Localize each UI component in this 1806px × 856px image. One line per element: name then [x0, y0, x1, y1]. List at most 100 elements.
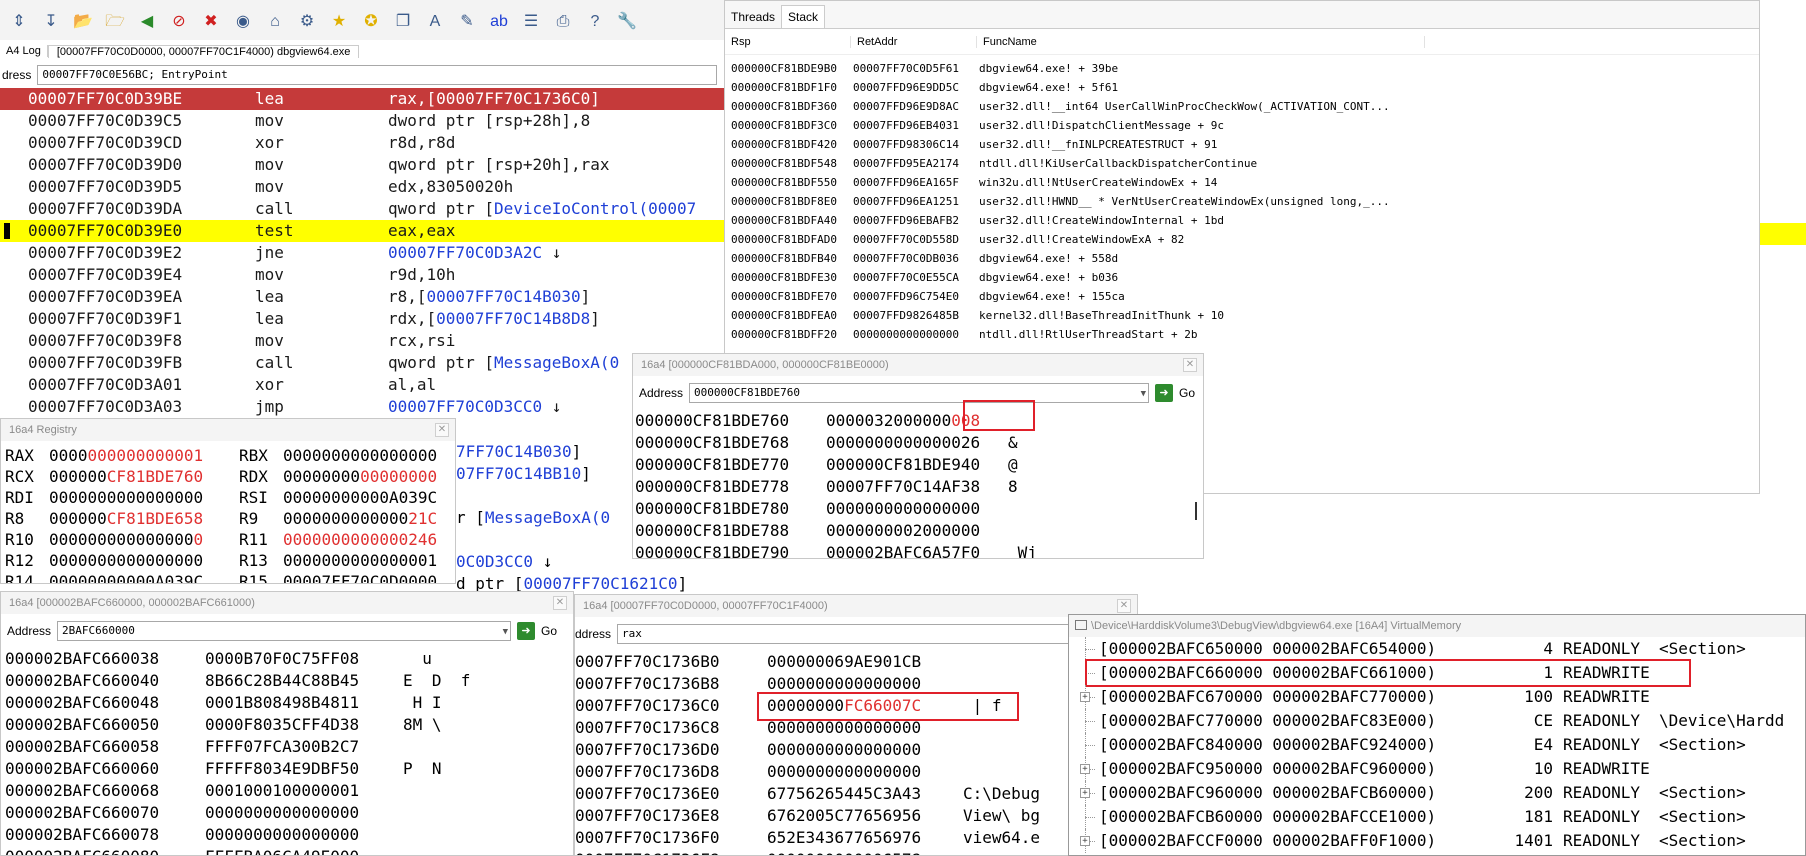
mem3-address-input[interactable]: rax [617, 624, 1118, 644]
memory-row[interactable]: 0007FF70C1736D0 0000000000000000 [575, 739, 1137, 761]
open-folder-icon[interactable]: 🗁 [102, 10, 128, 34]
peek-link[interactable]: 7FF70C14B030 [456, 442, 572, 461]
memory-row[interactable]: 0007FF70C1736E0 67756265445C3A43 C:\Debug [575, 783, 1137, 805]
help-icon[interactable]: ? [582, 10, 608, 34]
star-icon[interactable]: ★ [326, 10, 352, 34]
register-value[interactable]: 0000000000000000 [49, 550, 239, 571]
expand-icon[interactable]: + [1080, 692, 1090, 702]
mem1-titlebar[interactable]: 16a4 [000000CF81BDA000, 000000CF81BE0000… [633, 354, 1203, 376]
disasm-row[interactable]: 00007FF70C0D3A01 xor al,al [0, 374, 724, 396]
memory-row[interactable]: 0007FF70C1736C0 00000000FC66007C | f [575, 692, 1137, 721]
peek-link[interactable]: MessageBoxA(0 [485, 508, 610, 527]
tab-log[interactable]: A4 Log [0, 45, 48, 57]
memory-row[interactable]: 0007FF70C1736F0 652E343677656976 view64.e [575, 827, 1137, 849]
memory-row[interactable]: 000002BAFC660060 FFFFF8034E9DBF50 P N [5, 758, 573, 780]
stack-row[interactable]: 000000CF81BDF8E0 00007FFD96EA1251 user32.d… [725, 192, 1759, 211]
close-icon[interactable]: ✕ [435, 423, 449, 437]
chevron-down-icon[interactable]: ▼ [503, 623, 508, 641]
register-value[interactable]: 0000000000000000 [283, 467, 437, 486]
register-value[interactable]: 00000000000A039C [49, 571, 239, 583]
operand-link[interactable]: 00007FF70C0D3CC0 [388, 397, 542, 416]
tab-stack[interactable]: Stack [781, 5, 826, 28]
memory-row[interactable]: 0007FF70C1736E8 6762005C77656956 View\ bg [575, 805, 1137, 827]
memory-row[interactable]: 000000CF81BDE760 0000032000000008 [635, 400, 1203, 432]
memory-row[interactable]: 000000CF81BDE780 0000000000000000 [635, 498, 1203, 520]
disasm-row[interactable]: 00007FF70C0D39D0 mov qword ptr [rsp+20h],r… [0, 154, 724, 176]
operand-link[interactable]: MessageBoxA(0 [494, 353, 619, 372]
disasm-row[interactable]: 00007FF70C0D39D5 mov edx,83050020h [0, 176, 724, 198]
star-add-icon[interactable]: ✪ [358, 10, 384, 34]
disasm-row[interactable]: 00007FF70C0D39FB call qword ptr [MessageBo… [0, 352, 724, 374]
breakpoint-icon[interactable]: ◉ [230, 10, 256, 34]
thread-icon[interactable]: ⚙ [294, 10, 320, 34]
stack-row[interactable]: 000000CF81BDFAD0 00007FF70C0D558D user32.d… [725, 230, 1759, 249]
disasm-row[interactable]: 00007FF70C0D39E2 jne 00007FF70C0D3A2C ↓ [0, 242, 724, 264]
highlight-icon[interactable]: ✎ [454, 10, 480, 34]
register-value[interactable]: 0000000000000001 [283, 551, 437, 570]
go-arrow-icon[interactable]: ➜ [1155, 384, 1174, 402]
disasm-row[interactable]: 00007FF70C0D39E4 mov r9d,10h [0, 264, 724, 286]
mem2-address-input[interactable]: 2BAFC660000 ▼ [57, 621, 512, 641]
vmem-row[interactable]: [000002BAFC770000 000002BAFC83E000) CE REA… [1069, 709, 1805, 733]
register-value[interactable]: 0000000000000000 [283, 446, 437, 465]
stack-row[interactable]: 000000CF81BDF548 00007FFD95EA2174 ntdll.dl… [725, 154, 1759, 173]
vmem-row[interactable]: + [000002BAFCCF0000 000002BAFF0F1000) 1401… [1069, 829, 1805, 853]
back-icon[interactable]: ◀ [134, 10, 160, 34]
close-icon[interactable]: ✕ [1183, 358, 1197, 372]
register-value[interactable]: 0000000000000000 [49, 487, 239, 508]
disasm-row[interactable]: 00007FF70C0D39DA call qword ptr [DeviceIoC… [0, 198, 724, 220]
operand-link[interactable]: 00007FF70C0D3A2C [388, 243, 542, 262]
step-icon[interactable]: ⇕ [6, 10, 32, 34]
peek-link[interactable]: 0C0D3CC0 [456, 552, 533, 571]
stack-row[interactable]: 000000CF81BDF1F0 00007FFD96E9DD5C dbgview6… [725, 78, 1759, 97]
memory-row[interactable]: 0007FF70C1736C8 0000000000000000 [575, 717, 1137, 739]
memory-row[interactable]: 0007FF70C1736F80000000000006578 [575, 849, 1137, 855]
memory-row[interactable]: 0007FF70C1736B0 000000069AE901CB [575, 651, 1137, 673]
tab-threads[interactable]: Threads [725, 6, 781, 28]
abc-icon[interactable]: ab [486, 10, 512, 34]
memory-row[interactable]: 000002BAFC660078 0000000000000000 [5, 824, 573, 846]
vmem-row[interactable]: [000002BAFC650000 000002BAFC654000) 4 READ… [1069, 637, 1805, 661]
memory-row[interactable]: 000002BAFC660070 0000000000000000 [5, 802, 573, 824]
vmem-row[interactable]: + [000002BAFC950000 000002BAFC960000) 10 RE… [1069, 757, 1805, 781]
stack-row[interactable]: 000000CF81BDF420 00007FFD98306C14 user32.d… [725, 135, 1759, 154]
scroll-thumb[interactable] [1195, 502, 1197, 520]
expand-icon[interactable]: + [1080, 764, 1090, 774]
col-funcname[interactable]: FuncName [977, 35, 1425, 48]
stack-row[interactable]: 000000CF81BDFE70 00007FFD96C754E0 dbgview6… [725, 287, 1759, 306]
copy-icon[interactable]: ❐ [390, 10, 416, 34]
memory-row[interactable]: 0007FF70C1736D8 0000000000000000 [575, 761, 1137, 783]
list-icon[interactable]: ☰ [518, 10, 544, 34]
go-arrow-icon[interactable]: ➜ [517, 622, 536, 640]
disasm-row[interactable]: 00007FF70C0D3A03 jmp 00007FF70C0D3CC0 ↓ [0, 396, 724, 418]
disasm-row[interactable]: 00007FF70C0D39E0 test eax,eax [0, 220, 724, 242]
operand-link[interactable]: 00007FF70C14B030 [427, 287, 581, 306]
memory-row[interactable]: 000000CF81BDE768 0000000000000026 & [635, 432, 1203, 454]
address-input[interactable]: 00007FF70C0E56BC; EntryPoint [37, 65, 718, 85]
vmem-row[interactable]: [000002BAFC660000 000002BAFC661000) 1 READ… [1069, 659, 1805, 687]
step-over-icon[interactable]: ↧ [38, 10, 64, 34]
open-icon[interactable]: 📂 [70, 10, 96, 34]
close-icon[interactable]: ✕ [1117, 599, 1131, 613]
memory-row[interactable]: 000002BAFC660048 0001B808498B4811 H I [5, 692, 573, 714]
register-value[interactable]: 0000000000000001 [49, 445, 239, 466]
vmem-row[interactable]: + [000002BAFC960000 000002BAFCB60000) 200 R… [1069, 781, 1805, 805]
expand-icon[interactable]: + [1080, 836, 1090, 846]
close-icon[interactable]: ✕ [553, 596, 567, 610]
disasm-row[interactable]: 00007FF70C0D39C5 mov dword ptr [rsp+28h],8 [0, 110, 724, 132]
operand-link[interactable]: 00007FF70C1736C0 [436, 89, 590, 108]
vmem-row[interactable]: [000002BAFC840000 000002BAFC924000) E4 REA… [1069, 733, 1805, 757]
mem1-address-input[interactable]: 000000CF81BDE760 ▼ [689, 383, 1150, 403]
stack-row[interactable]: 000000CF81BDFEA0 00007FFD9826485B kernel32… [725, 306, 1759, 325]
disasm-row[interactable]: 00007FF70C0D39F1 lea rdx,[00007FF70C14B8D8… [0, 308, 724, 330]
stack-row[interactable]: 000000CF81BDE9B0 00007FF70C0D5F61 dbgview6… [725, 59, 1759, 78]
mem1-go-button[interactable]: Go [1179, 386, 1195, 400]
stack-row[interactable]: 000000CF81BDFB40 00007FF70C0DB036 dbgview6… [725, 249, 1759, 268]
disasm-row[interactable]: 00007FF70C0D39BE lea rax,[00007FF70C1736C0… [0, 88, 724, 110]
register-value[interactable]: 000000CF81BDE658 [49, 508, 239, 529]
memory-row[interactable]: 000002BAFC660040 8B66C28B44C88B45 E D f [5, 670, 573, 692]
tab-module[interactable]: [00007FF70C0D0000, 00007FF70C1F4000) dbg… [47, 44, 360, 58]
memory-row[interactable]: 000002BAFC660038 0000B70F0C75FF08 u [5, 648, 573, 670]
mem3-titlebar[interactable]: 16a4 [00007FF70C0D0000, 00007FF70C1F4000… [575, 595, 1137, 617]
stack-row[interactable]: 000000CF81BDFE30 00007FF70C0E55CA dbgview6… [725, 268, 1759, 287]
